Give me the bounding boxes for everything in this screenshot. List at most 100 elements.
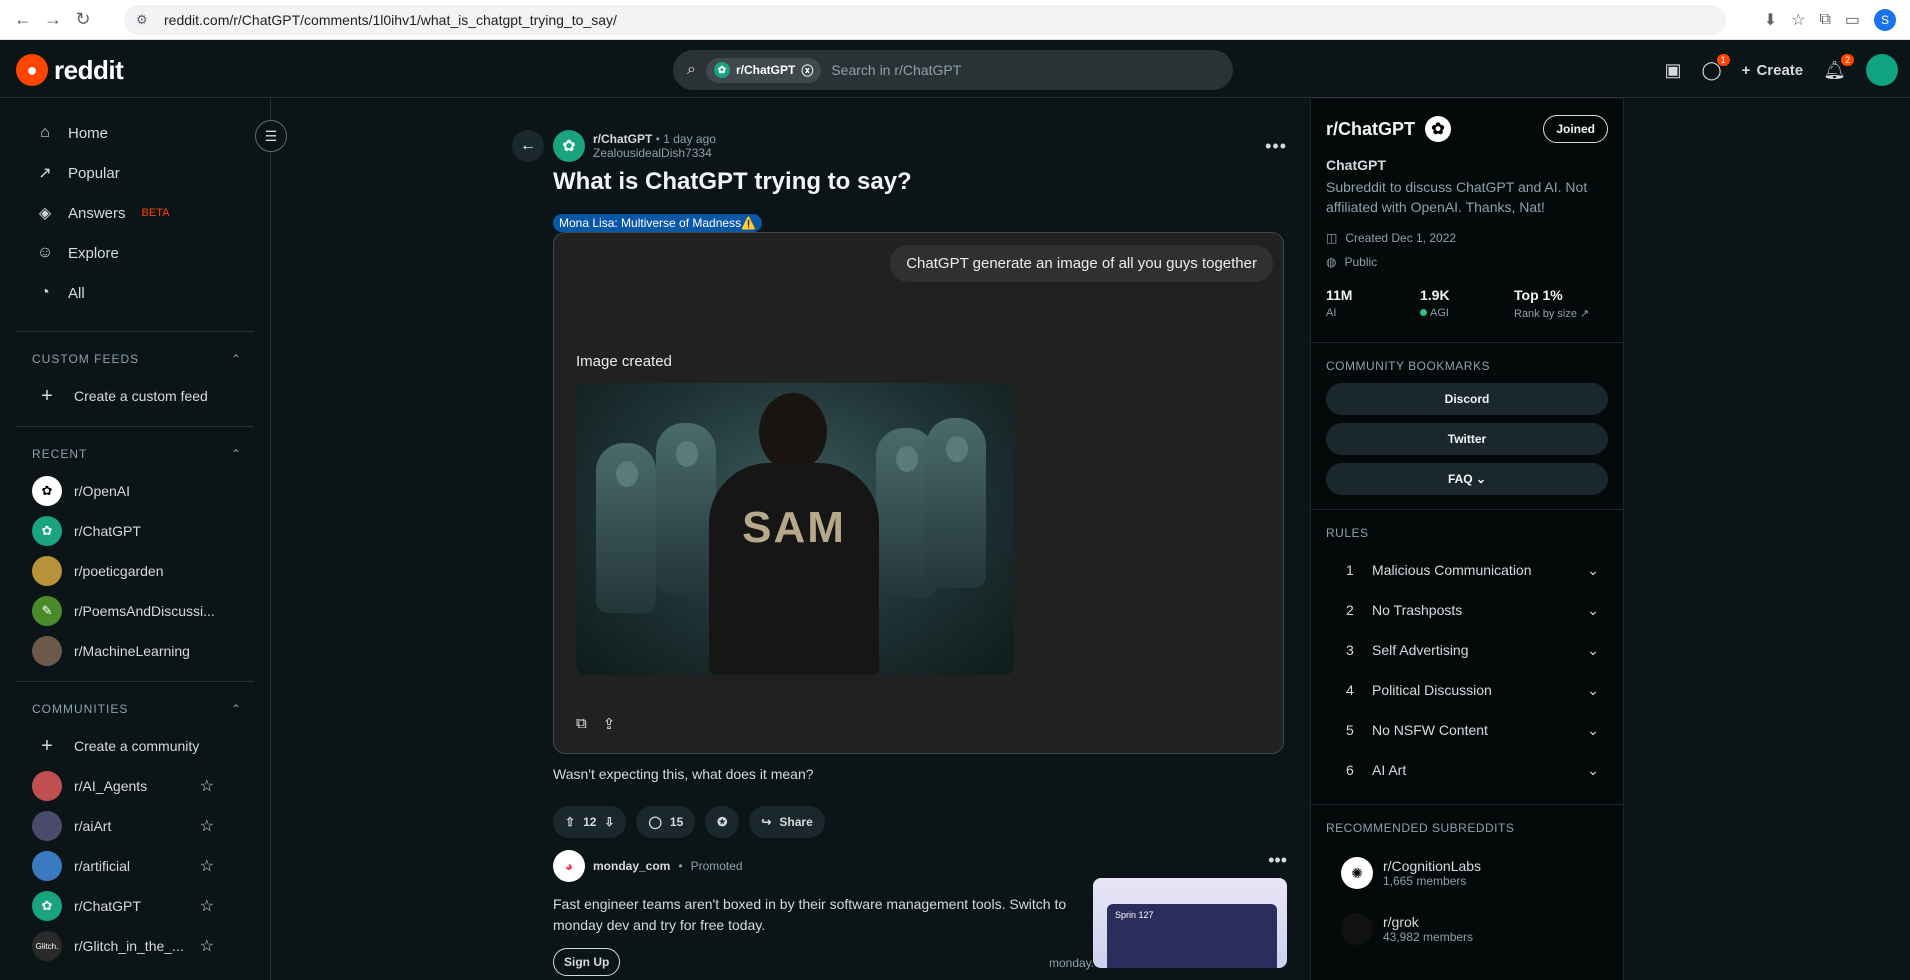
share-label: Share — [779, 815, 813, 829]
ad-options-icon[interactable]: ••• — [1268, 850, 1287, 871]
prompt-bubble: ChatGPT generate an image of all you guy… — [890, 245, 1273, 282]
create-custom-feed[interactable]: + Create a custom feed — [0, 376, 270, 416]
ad-thumbnail[interactable]: Sprin 127 — [1093, 878, 1287, 968]
openai-avatar: ✿ — [32, 476, 62, 506]
sidebar-item-machinelearning[interactable]: r/MachineLearning — [0, 631, 270, 671]
upload-icon[interactable]: ⇪ — [603, 715, 616, 733]
hamburger-icon: ☰ — [264, 127, 278, 144]
clear-chip-icon[interactable]: ⓧ — [801, 62, 813, 79]
bookmark-star-icon[interactable]: ☆ — [1791, 10, 1805, 30]
sidebar-item-label: Create a community — [74, 738, 200, 754]
signup-button[interactable]: Sign Up — [553, 948, 621, 976]
rule-item[interactable]: 6 AI Art ⌄ — [1311, 750, 1623, 790]
sidebar-item-poemsanddiscussion[interactable]: ✎ r/PoemsAndDiscussi... — [0, 591, 270, 631]
install-icon[interactable]: ⬇ — [1764, 10, 1777, 30]
create-community[interactable]: + Create a community — [0, 726, 270, 766]
faq-bookmark-button[interactable]: FAQ ⌄ — [1326, 463, 1608, 495]
sidebar-item-artificial[interactable]: r/artificial ☆ — [0, 846, 270, 886]
sidebar-item-label: r/poeticgarden — [74, 563, 164, 579]
collapse-sidebar-button[interactable]: ☰ — [255, 120, 287, 152]
user-avatar[interactable] — [1866, 54, 1898, 86]
sidebar-item-home[interactable]: ⌂ Home — [16, 113, 254, 153]
chat-badge: 1 — [1716, 53, 1730, 66]
sidebar-item-label: Home — [68, 124, 109, 142]
search-input[interactable]: Search in r/ChatGPT — [831, 62, 961, 78]
rule-item[interactable]: 3 Self Advertising ⌄ — [1311, 630, 1623, 670]
tab-search-icon[interactable]: ▭ — [1845, 10, 1860, 30]
post-flair[interactable]: Mona Lisa: Multiverse of Madness⚠️ — [553, 214, 763, 232]
site-info-icon[interactable]: ⚙ — [136, 12, 152, 28]
create-post-button[interactable]: + Create — [1742, 62, 1803, 79]
rule-item[interactable]: 4 Political Discussion ⌄ — [1311, 670, 1623, 710]
beta-badge: BETA — [141, 207, 170, 219]
post-options-icon[interactable]: ••• — [1265, 136, 1287, 157]
share-button[interactable]: ↪ Share — [749, 806, 825, 838]
joined-button[interactable]: Joined — [1543, 115, 1608, 143]
subreddit-avatar[interactable]: ✿ — [553, 130, 585, 162]
advertiser-name[interactable]: monday_com — [593, 859, 670, 873]
discord-bookmark-button[interactable]: Discord — [1326, 383, 1608, 415]
star-icon[interactable]: ☆ — [200, 816, 214, 836]
address-bar[interactable]: ⚙ reddit.com/r/ChatGPT/comments/1l0ihv1/… — [124, 5, 1726, 35]
chat-icon[interactable]: ◯ 1 — [1702, 53, 1730, 81]
reddit-logo[interactable]: ● reddit — [16, 54, 124, 86]
sidebar-item-popular[interactable]: ↗ Popular — [16, 153, 254, 193]
upvote-icon[interactable]: ⇧ — [565, 815, 575, 829]
reload-icon[interactable]: ↻ — [68, 5, 98, 35]
divider — [16, 331, 254, 332]
forward-arrow-icon[interactable]: → — [38, 5, 68, 35]
sidebar-item-answers[interactable]: ◈ Answers BETA — [16, 193, 254, 233]
browser-profile-avatar[interactable]: S — [1874, 9, 1896, 31]
award-button[interactable]: ✪ — [705, 806, 740, 838]
sidebar-item-chatgpt-community[interactable]: ✿ r/ChatGPT ☆ — [0, 886, 270, 926]
sidebar-item-ai-agents[interactable]: r/AI_Agents ☆ — [0, 766, 270, 806]
community-name[interactable]: r/ChatGPT — [1326, 119, 1415, 140]
advertise-icon[interactable]: ▣ — [1665, 60, 1682, 81]
rule-title: AI Art — [1372, 762, 1407, 778]
section-label: CUSTOM FEEDS — [32, 352, 140, 366]
rule-item[interactable]: 1 Malicious Communication ⌄ — [1311, 550, 1623, 590]
sidebar-item-glitch[interactable]: Glitch. r/Glitch_in_the_... ☆ — [0, 926, 270, 966]
man-figure: SAM — [694, 393, 894, 675]
divider — [16, 681, 254, 682]
author-link[interactable]: ZealousidealDish7334 — [593, 146, 716, 160]
star-icon[interactable]: ☆ — [200, 856, 214, 876]
search-bar[interactable]: ⌕ ✿ r/ChatGPT ⓧ Search in r/ChatGPT — [673, 50, 1233, 90]
twitter-bookmark-button[interactable]: Twitter — [1326, 423, 1608, 455]
recommended-subreddit[interactable]: r/grok 43,982 members — [1311, 901, 1623, 957]
downvote-icon[interactable]: ⇩ — [604, 815, 614, 829]
stat-label[interactable]: Rank by size — [1514, 308, 1577, 320]
subreddit-link[interactable]: r/ChatGPT — [593, 132, 652, 146]
ai-agents-avatar — [32, 771, 62, 801]
recommended-header: RECOMMENDED SUBREDDITS — [1326, 821, 1515, 835]
sidebar-item-openai[interactable]: ✿ r/OpenAI — [0, 471, 270, 511]
extensions-icon[interactable]: ⧉ — [1819, 11, 1830, 29]
sidebar-item-all[interactable]: ◔ All — [16, 273, 254, 313]
communities-header[interactable]: COMMUNITIES ⌃ — [0, 692, 270, 726]
sidebar-item-aiart[interactable]: r/aiArt ☆ — [0, 806, 270, 846]
custom-feeds-header[interactable]: CUSTOM FEEDS ⌃ — [0, 342, 270, 376]
chevron-up-icon: ⌃ — [230, 702, 242, 716]
star-icon[interactable]: ☆ — [200, 896, 214, 916]
recent-header[interactable]: RECENT ⌃ — [0, 437, 270, 471]
sidebar-item-poeticgarden[interactable]: r/poeticgarden — [0, 551, 270, 591]
back-arrow-icon[interactable]: ← — [8, 5, 38, 35]
star-icon[interactable]: ☆ — [200, 776, 214, 796]
search-scope-chip[interactable]: ✿ r/ChatGPT ⓧ — [705, 57, 822, 83]
sidebar-item-chatgpt[interactable]: ✿ r/ChatGPT — [0, 511, 270, 551]
comments-button[interactable]: ◯ 15 — [636, 806, 696, 838]
notifications-bell-icon[interactable]: 🔔︎ 2 — [1823, 53, 1854, 81]
rule-item[interactable]: 5 No NSFW Content ⌄ — [1311, 710, 1623, 750]
back-button[interactable]: ← — [512, 130, 544, 162]
recommended-members: 43,982 members — [1383, 930, 1474, 944]
rule-item[interactable]: 2 No Trashposts ⌄ — [1311, 590, 1623, 630]
recommended-subreddit[interactable]: ✺ r/CognitionLabs 1,665 members — [1311, 845, 1623, 901]
star-icon[interactable]: ☆ — [200, 936, 214, 956]
rule-number: 5 — [1346, 722, 1354, 738]
sidebar-item-explore[interactable]: ☺ Explore — [16, 233, 254, 273]
post-image[interactable]: ChatGPT generate an image of all you guy… — [553, 232, 1284, 754]
sidebar-item-label: r/aiArt — [74, 818, 112, 834]
comment-icon: ◯ — [648, 815, 662, 829]
promoted-post[interactable]: ◕ monday_com • Promoted ••• Fast enginee… — [553, 850, 1287, 976]
copy-icon[interactable]: ⧉ — [576, 715, 587, 733]
